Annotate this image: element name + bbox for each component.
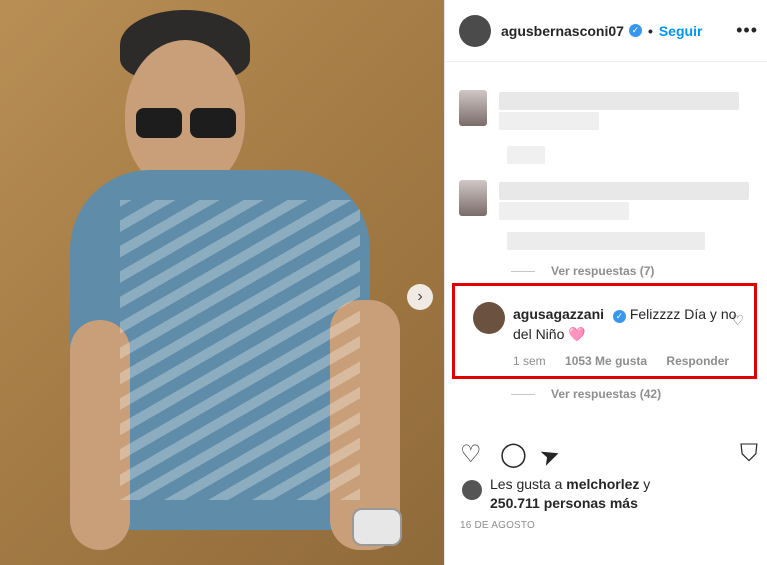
author-username[interactable]: agusbernasconi07 xyxy=(501,23,624,39)
comment-likes[interactable]: 1053 Me gusta xyxy=(565,354,647,368)
like-comment-heart-icon[interactable]: ♡ xyxy=(731,312,744,329)
pixelated-comment xyxy=(507,232,705,250)
reply-button[interactable]: Responder xyxy=(666,354,729,368)
post-date: 16 DE AGOSTO xyxy=(460,520,536,531)
sunglasses-lens-right xyxy=(190,108,236,138)
view-replies-link[interactable]: Ver respuestas (7) xyxy=(551,264,654,278)
pixelated-avatar xyxy=(459,180,487,216)
replies-divider xyxy=(511,271,535,272)
next-photo-button[interactable]: › xyxy=(407,284,433,310)
comment-meta: 1 sem 1053 Me gusta Responder xyxy=(513,354,745,368)
sunglasses-lens-left xyxy=(136,108,182,138)
likes-count[interactable]: 250.711 personas más xyxy=(490,495,638,511)
save-bookmark-icon[interactable]: ⛉ xyxy=(740,440,767,470)
comment-time: 1 sem xyxy=(513,354,546,368)
likes-line-1: Les gusta a melchorlez y xyxy=(490,476,650,492)
sunglasses xyxy=(136,108,236,142)
chevron-right-icon: › xyxy=(417,288,423,305)
stripe-shadow xyxy=(120,200,360,500)
verified-badge-icon: ✓ xyxy=(612,310,626,323)
comment-bubble-icon[interactable]: ◯ xyxy=(500,440,530,470)
pixelated-comment xyxy=(499,202,629,220)
view-replies-link[interactable]: Ver respuestas (42) xyxy=(551,387,661,401)
wristwatch xyxy=(352,508,402,546)
pixelated-comment xyxy=(507,146,545,164)
author-avatar[interactable] xyxy=(459,14,491,47)
pixelated-comment xyxy=(499,112,599,130)
pixelated-comment xyxy=(499,182,749,200)
follow-button[interactable]: Seguir xyxy=(659,23,703,39)
post-actions: ♡ ◯ ➤ ⛉ xyxy=(460,440,760,472)
like-heart-icon[interactable]: ♡ xyxy=(460,440,490,470)
commenter-avatar[interactable] xyxy=(473,302,505,334)
commenter-username[interactable]: agusagazzani xyxy=(513,306,604,322)
liker-username[interactable]: melchorlez xyxy=(566,476,639,492)
pixelated-avatar xyxy=(459,90,487,126)
share-paper-plane-icon[interactable]: ➤ xyxy=(536,436,574,474)
more-options-icon[interactable]: ••• xyxy=(736,20,758,41)
highlighted-comment: agusagazzani ✓ Felizzzz Día y no del Niñ… xyxy=(452,283,757,379)
verified-badge-icon: ✓ xyxy=(628,24,642,37)
post-photo: › xyxy=(0,0,444,565)
pixelated-comment xyxy=(499,92,739,110)
likes-suffix: y xyxy=(639,476,651,492)
comment-body: agusagazzani ✓ Felizzzz Día y no del Niñ… xyxy=(513,304,741,344)
likes-prefix: Les gusta a xyxy=(490,476,567,492)
separator-dot: • xyxy=(647,22,653,39)
post-header: agusbernasconi07 ✓ • Seguir ••• xyxy=(445,0,767,62)
replies-divider xyxy=(511,394,535,395)
liker-avatar[interactable] xyxy=(462,480,482,500)
